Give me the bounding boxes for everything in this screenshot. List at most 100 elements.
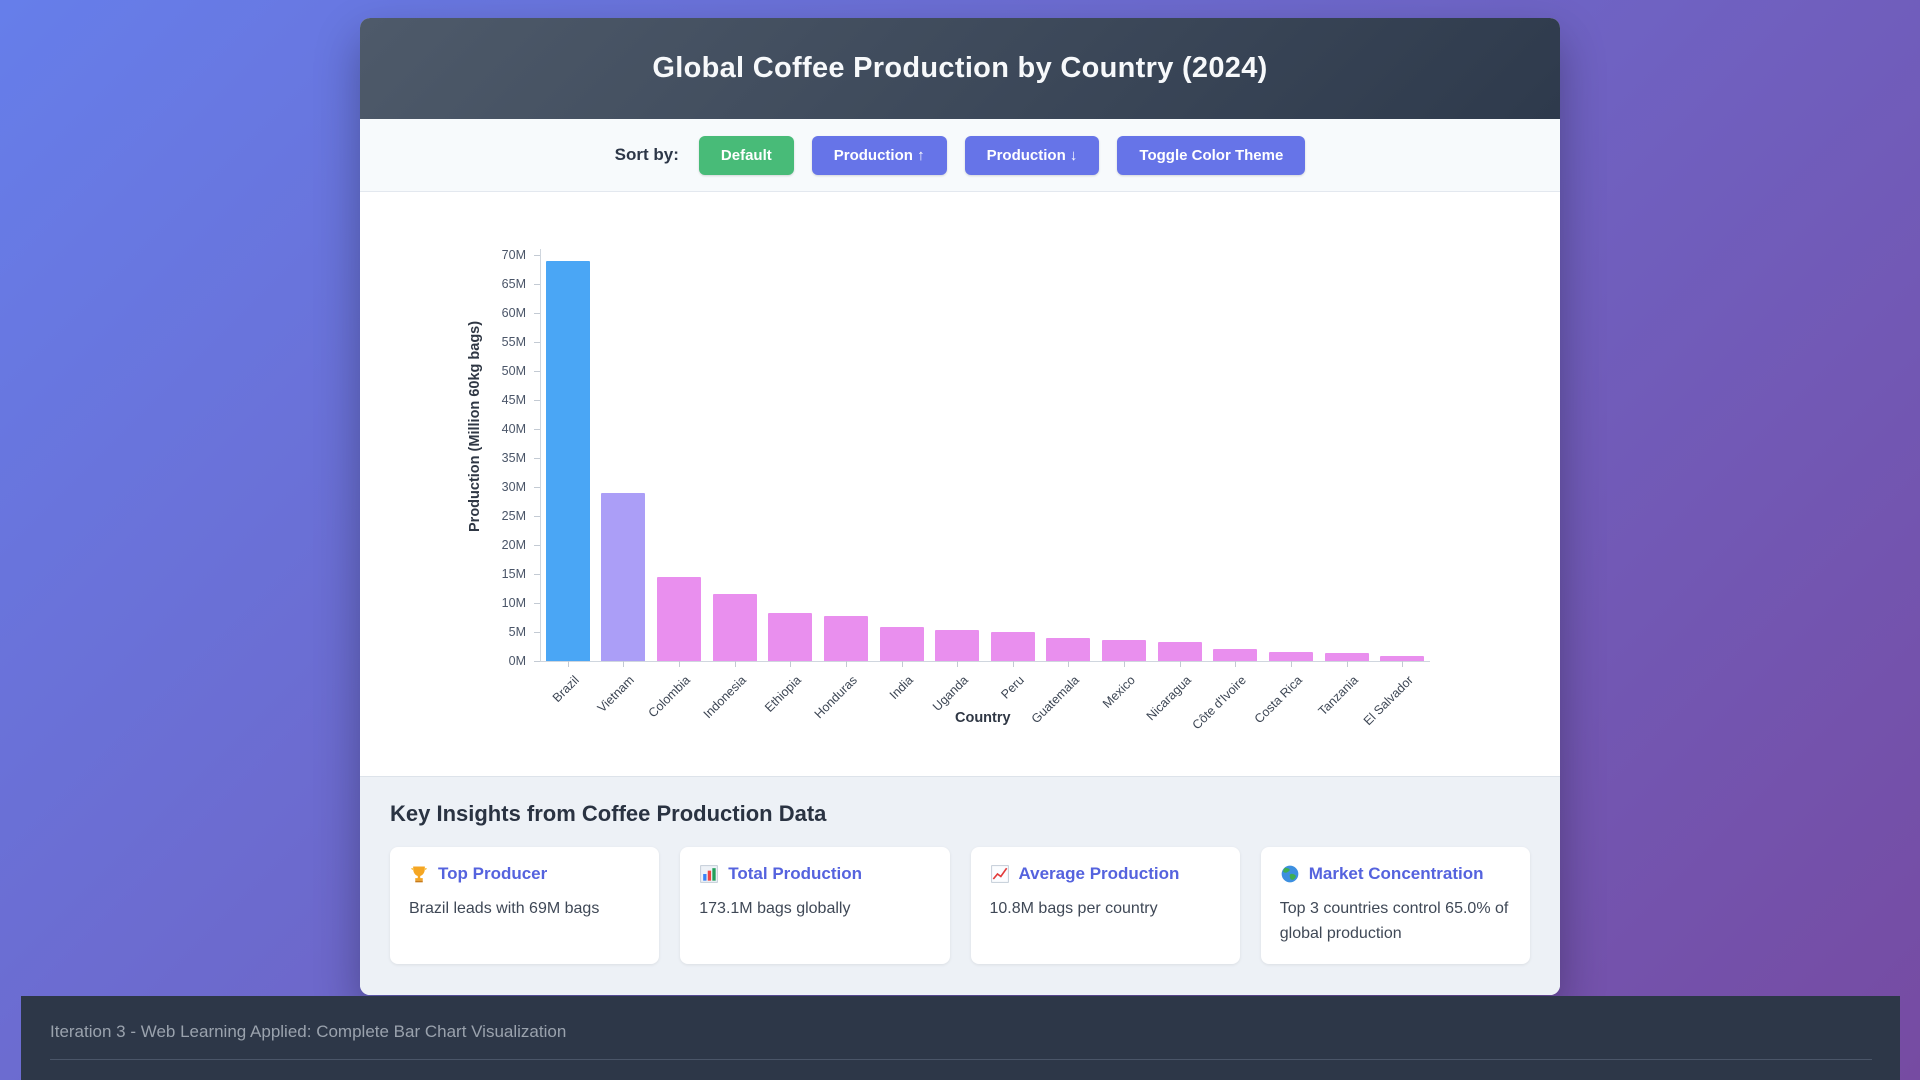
trophy-icon <box>409 864 429 884</box>
x-tick-label: Côte d'Ivoire <box>1190 673 1249 732</box>
x-tick-label: Honduras <box>812 673 860 721</box>
x-tickmark <box>679 661 680 667</box>
bar-uganda[interactable] <box>935 630 979 661</box>
y-tickmark <box>534 516 540 517</box>
y-tick-label: 60M <box>466 306 526 320</box>
insight-title-text: Average Production <box>1019 864 1180 884</box>
bar-brazil[interactable] <box>546 261 590 661</box>
y-axis-title: Production (Million 60kg bags) <box>467 382 483 532</box>
x-tick-label: Ethiopia <box>762 673 804 715</box>
insight-card-total-production: Total Production 173.1M bags globally <box>680 847 949 964</box>
bar-chart-icon <box>699 864 719 884</box>
x-tickmark <box>846 661 847 667</box>
x-tickmark <box>790 661 791 667</box>
y-axis-line <box>540 249 541 661</box>
bar-tanzania[interactable] <box>1325 653 1369 661</box>
insight-card-text: Brazil leads with 69M bags <box>409 897 640 922</box>
x-axis-line <box>540 661 1430 662</box>
iteration-footer: Iteration 3 - Web Learning Applied: Comp… <box>21 996 1900 1080</box>
x-tick-label: Vietnam <box>595 673 637 715</box>
bar-colombia[interactable] <box>657 577 701 661</box>
bar-costa-rica[interactable] <box>1269 652 1313 661</box>
x-tickmark <box>957 661 958 667</box>
y-tick-label: 65M <box>466 277 526 291</box>
y-tickmark <box>534 603 540 604</box>
y-tickmark <box>534 342 540 343</box>
x-tickmark <box>1068 661 1069 667</box>
bar-indonesia[interactable] <box>713 594 757 661</box>
x-tick-label: Brazil <box>550 673 582 705</box>
bar-ethiopia[interactable] <box>768 613 812 661</box>
x-tick-label: Colombia <box>646 673 693 720</box>
x-tickmark <box>1402 661 1403 667</box>
x-tick-label: Uganda <box>930 673 971 714</box>
insight-card-top-producer: Top Producer Brazil leads with 69M bags <box>390 847 659 964</box>
y-tickmark <box>534 400 540 401</box>
x-tickmark <box>1347 661 1348 667</box>
iteration-status-text: Iteration 3 - Web Learning Applied: Comp… <box>50 1022 1872 1042</box>
bar-nicaragua[interactable] <box>1158 642 1202 661</box>
insight-title-text: Market Concentration <box>1309 864 1484 884</box>
y-tickmark <box>534 545 540 546</box>
insight-cards-row: Top ProducerBrazil leads with 69M bagsTo… <box>390 847 1530 964</box>
insight-card-text: Top 3 countries control 65.0% of global … <box>1280 897 1511 947</box>
bar-chart: 0M5M10M15M20M25M30M35M40M45M50M55M60M65M… <box>360 192 1560 776</box>
x-tickmark <box>1124 661 1125 667</box>
x-tickmark <box>735 661 736 667</box>
x-tick-label: Tanzania <box>1315 673 1360 718</box>
footer-divider <box>50 1059 1872 1060</box>
bar-guatemala[interactable] <box>1046 638 1090 661</box>
insight-card-title: Average Production <box>990 864 1221 884</box>
y-tick-label: 20M <box>466 538 526 552</box>
insight-card-title: Market Concentration <box>1280 864 1511 884</box>
x-tick-label: Peru <box>998 673 1027 702</box>
visualization-card: Global Coffee Production by Country (202… <box>360 18 1560 995</box>
y-tickmark <box>534 371 540 372</box>
x-tick-label: Guatemala <box>1029 673 1082 726</box>
x-tick-label: India <box>886 673 915 702</box>
bar-vietnam[interactable] <box>601 493 645 661</box>
sort-production-desc-button[interactable]: Production ↓ <box>965 136 1100 175</box>
toggle-color-theme-button[interactable]: Toggle Color Theme <box>1117 136 1305 175</box>
y-tickmark <box>534 429 540 430</box>
sort-toolbar: Sort by: Default Production ↑ Production ↓… <box>360 119 1560 192</box>
y-tick-label: 15M <box>466 567 526 581</box>
insights-heading: Key Insights from Coffee Production Data <box>390 801 1530 827</box>
sort-by-label: Sort by: <box>615 145 679 165</box>
insights-section: Key Insights from Coffee Production Data… <box>360 776 1560 995</box>
y-tick-label: 70M <box>466 248 526 262</box>
x-tick-label: El Salvador <box>1361 673 1416 728</box>
line-chart-icon <box>990 864 1010 884</box>
y-tick-label: 10M <box>466 596 526 610</box>
insight-title-text: Total Production <box>728 864 862 884</box>
bar-india[interactable] <box>880 627 924 661</box>
y-tickmark <box>534 313 540 314</box>
y-tickmark <box>534 661 540 662</box>
x-tick-label: Indonesia <box>700 673 748 721</box>
insight-card-title: Total Production <box>699 864 930 884</box>
bar-peru[interactable] <box>991 632 1035 661</box>
y-tickmark <box>534 632 540 633</box>
y-tickmark <box>534 284 540 285</box>
y-tickmark <box>534 487 540 488</box>
x-tickmark <box>1235 661 1236 667</box>
sort-production-asc-button[interactable]: Production ↑ <box>812 136 947 175</box>
y-tickmark <box>534 574 540 575</box>
sort-default-button[interactable]: Default <box>699 136 794 175</box>
y-tick-label: 0M <box>466 654 526 668</box>
globe-icon <box>1280 864 1300 884</box>
bar-mexico[interactable] <box>1102 640 1146 661</box>
card-header: Global Coffee Production by Country (202… <box>360 18 1560 119</box>
insight-card-text: 173.1M bags globally <box>699 897 930 922</box>
x-tickmark <box>1291 661 1292 667</box>
y-tick-label: 5M <box>466 625 526 639</box>
x-tickmark <box>902 661 903 667</box>
insight-card-average-production: Average Production10.8M bags per country <box>971 847 1240 964</box>
page-title: Global Coffee Production by Country (202… <box>652 52 1267 85</box>
bar-honduras[interactable] <box>824 616 868 661</box>
insight-title-text: Top Producer <box>438 864 547 884</box>
x-tick-label: Costa Rica <box>1252 673 1305 726</box>
insight-card-title: Top Producer <box>409 864 640 884</box>
bar-c-te-d-ivoire[interactable] <box>1213 649 1257 661</box>
x-tickmark <box>1180 661 1181 667</box>
